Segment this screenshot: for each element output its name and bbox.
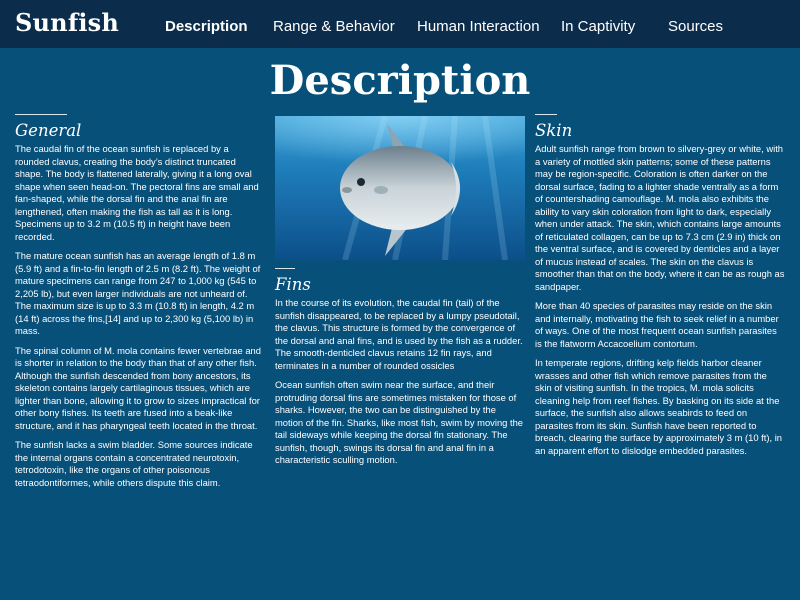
sunfish-photo (275, 116, 525, 260)
general-heading: General (15, 121, 82, 140)
fins-section: Fins In the course of its evolution, the… (275, 116, 525, 474)
skin-paragraph-2: More than 40 species of parasites may re… (535, 300, 779, 349)
general-paragraph-1: The caudal fin of the ocean sunfish is r… (15, 143, 259, 242)
skin-heading: Skin (535, 121, 573, 140)
general-paragraph-2: The mature ocean sunfish has an average … (15, 250, 261, 336)
site-logo[interactable]: Sunfish (15, 8, 119, 37)
fins-paragraph-2: Ocean sunfish often swim near the surfac… (275, 379, 524, 465)
general-section: General The caudal fin of the ocean sunf… (15, 114, 265, 496)
top-navigation-bar: Sunfish Description Range & Behavior Hum… (0, 0, 800, 48)
section-divider (15, 114, 67, 115)
general-paragraph-3: The spinal column of M. mola contains fe… (15, 344, 261, 431)
nav-link-description[interactable]: Description (165, 18, 248, 36)
skin-paragraph-3: In temperate regions, drifting kelp fiel… (535, 357, 782, 456)
general-paragraph-4: The sunfish lacks a swim bladder. Some s… (15, 439, 253, 488)
nav-link-human-interaction[interactable]: Human Interaction (417, 18, 540, 36)
nav-link-sources[interactable]: Sources (668, 18, 723, 36)
section-divider (535, 114, 557, 115)
page-title: Description (269, 57, 531, 104)
nav-link-range-behavior[interactable]: Range & Behavior (273, 18, 395, 36)
nav-link-in-captivity[interactable]: In Captivity (561, 18, 635, 36)
skin-section: Skin Adult sunfish range from brown to s… (535, 114, 785, 464)
section-divider (275, 268, 295, 269)
fins-heading: Fins (275, 275, 311, 294)
skin-paragraph-1: Adult sunfish range from brown to silver… (535, 143, 785, 292)
fins-paragraph-1: In the course of its evolution, the caud… (275, 297, 523, 371)
